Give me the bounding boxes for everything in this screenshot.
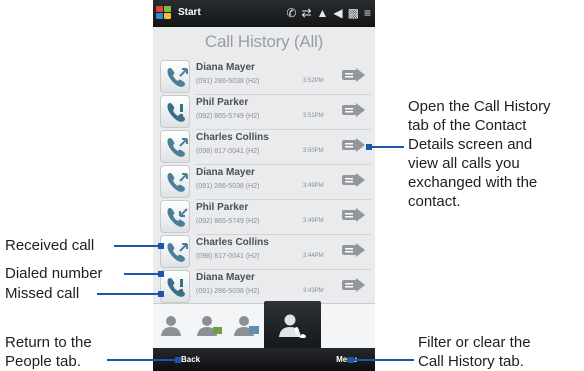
menu-callout-line: Call History tab. xyxy=(418,353,524,370)
details-leader-line xyxy=(369,146,404,148)
received-leader-dot xyxy=(158,243,164,249)
phone-number: (091) 286-5038 (H2) xyxy=(196,183,260,190)
soft-key-bar: Back Menu xyxy=(153,348,375,371)
call-time: 3:51PM xyxy=(303,113,324,119)
phone-number: (091) 286-5038 (H2) xyxy=(196,288,260,295)
tab-people[interactable] xyxy=(154,304,191,349)
dialed-call-icon[interactable] xyxy=(160,60,190,93)
windows-logo-icon[interactable] xyxy=(156,6,172,21)
dialed-leader-line xyxy=(124,273,159,275)
call-time: 3:49PM xyxy=(303,218,324,224)
contact-details-icon[interactable] xyxy=(341,169,367,191)
details-callout: Open the Call History tab of the Contact… xyxy=(408,97,551,211)
received-call-icon[interactable] xyxy=(160,200,190,233)
back-callout-line: Return to the xyxy=(5,334,92,351)
details-callout-line: tab of the Contact xyxy=(408,117,527,134)
call-row[interactable]: Phil Parker (092) 865-5749 (H2) 3:51PM xyxy=(160,93,375,130)
contact-details-icon[interactable] xyxy=(341,204,367,226)
start-label[interactable]: Start xyxy=(178,7,201,18)
contact-details-icon[interactable] xyxy=(341,274,367,296)
phone-number: (098) 817-0041 (H2) xyxy=(196,148,260,155)
phone-number: (098) 817-0041 (H2) xyxy=(196,253,260,260)
details-callout-line: Open the Call History xyxy=(408,98,551,115)
contact-name: Diana Mayer xyxy=(196,62,255,73)
back-softkey[interactable]: Back xyxy=(181,355,200,364)
person-icon xyxy=(161,316,181,336)
tab-call-history[interactable] xyxy=(264,301,321,349)
menu-leader-line xyxy=(350,359,414,361)
person-card-icon xyxy=(197,316,222,336)
tab-contact-card[interactable] xyxy=(191,304,228,349)
phone-call-icon: ✆ xyxy=(286,6,297,20)
dialed-call-icon[interactable] xyxy=(160,130,190,163)
tab-bar xyxy=(153,301,375,349)
dialed-call-icon[interactable] xyxy=(160,235,190,268)
call-row[interactable]: Charles Collins (098) 817-0041 (H2) 3:44PM xyxy=(160,233,375,270)
person-message-icon xyxy=(234,316,259,336)
back-leader-dot xyxy=(175,357,181,363)
details-leader-dot xyxy=(366,144,372,150)
call-history-list[interactable]: Diana Mayer (091) 286-5038 (H2) 3:52PM Phil… xyxy=(160,58,375,303)
contact-name: Phil Parker xyxy=(196,97,249,108)
missed-leader-dot xyxy=(158,291,164,297)
person-phone-icon xyxy=(279,314,306,338)
contact-name: Diana Mayer xyxy=(196,167,255,178)
phone-number: (092) 865-5749 (H2) xyxy=(196,218,260,225)
details-callout-line: view all calls you xyxy=(408,155,520,172)
call-time: 3:43PM xyxy=(303,288,324,294)
missed-leader-line xyxy=(97,293,159,295)
contact-name: Charles Collins xyxy=(196,237,269,248)
call-time: 3:44PM xyxy=(303,253,324,259)
contact-details-icon[interactable] xyxy=(341,134,367,156)
call-time: 3:50PM xyxy=(303,148,324,154)
menu-callout-line: Filter or clear the xyxy=(418,334,531,351)
screen-title: Call History (All) xyxy=(204,32,324,51)
contact-name: Diana Mayer xyxy=(196,272,255,283)
phone-screen: Start ✆ ⇄ ▲ ◀ ▩ ≡ Call History (All) Dia… xyxy=(153,0,375,371)
call-row[interactable]: Diana Mayer (091) 286-5038 (H2) 3:49PM xyxy=(160,163,375,200)
back-leader-line xyxy=(107,359,177,361)
contact-details-icon[interactable] xyxy=(341,239,367,261)
volume-icon: ◀ xyxy=(333,6,343,20)
menu-callout: Filter or clear the Call History tab. xyxy=(418,333,531,371)
back-callout-line: People tab. xyxy=(5,353,81,370)
call-row[interactable]: Diana Mayer (091) 286-5038 (H2) 3:43PM xyxy=(160,268,375,303)
details-callout-line: Details screen and xyxy=(408,136,533,153)
battery-icon: ▩ xyxy=(347,6,359,20)
contact-details-icon[interactable] xyxy=(341,99,367,121)
tab-messages[interactable] xyxy=(228,304,265,349)
details-callout-line: contact. xyxy=(408,193,461,210)
missed-call-icon[interactable] xyxy=(160,270,190,303)
phone-number: (092) 865-5749 (H2) xyxy=(196,113,260,120)
contact-name: Charles Collins xyxy=(196,132,269,143)
back-callout: Return to the People tab. xyxy=(5,333,92,371)
received-leader-line xyxy=(114,245,159,247)
status-icons: ✆ ⇄ ▲ ◀ ▩ ≡ xyxy=(286,5,371,21)
status-bar: Start ✆ ⇄ ▲ ◀ ▩ ≡ xyxy=(153,0,375,27)
contact-details-icon[interactable] xyxy=(341,64,367,86)
menu-leader-dot xyxy=(348,357,354,363)
antenna-icon: ≡ xyxy=(363,6,371,20)
signal-icon: ▲ xyxy=(316,6,329,20)
phone-number: (091) 286-5038 (H2) xyxy=(196,78,260,85)
call-row[interactable]: Diana Mayer (091) 286-5038 (H2) 3:52PM xyxy=(160,58,375,95)
call-row[interactable]: Charles Collins (098) 817-0041 (H2) 3:50PM xyxy=(160,128,375,165)
dialed-callout: Dialed number xyxy=(5,265,103,282)
dialed-leader-dot xyxy=(158,271,164,277)
missed-call-icon[interactable] xyxy=(160,95,190,128)
dialed-call-icon[interactable] xyxy=(160,165,190,198)
call-row[interactable]: Phil Parker (092) 865-5749 (H2) 3:49PM xyxy=(160,198,375,235)
missed-callout: Missed call xyxy=(5,285,80,302)
call-time: 3:52PM xyxy=(303,78,324,84)
details-callout-line: exchanged with the xyxy=(408,174,538,191)
received-callout: Received call xyxy=(5,237,95,254)
sync-icon: ⇄ xyxy=(301,6,312,20)
contact-name: Phil Parker xyxy=(196,202,249,213)
call-time: 3:49PM xyxy=(303,183,324,189)
